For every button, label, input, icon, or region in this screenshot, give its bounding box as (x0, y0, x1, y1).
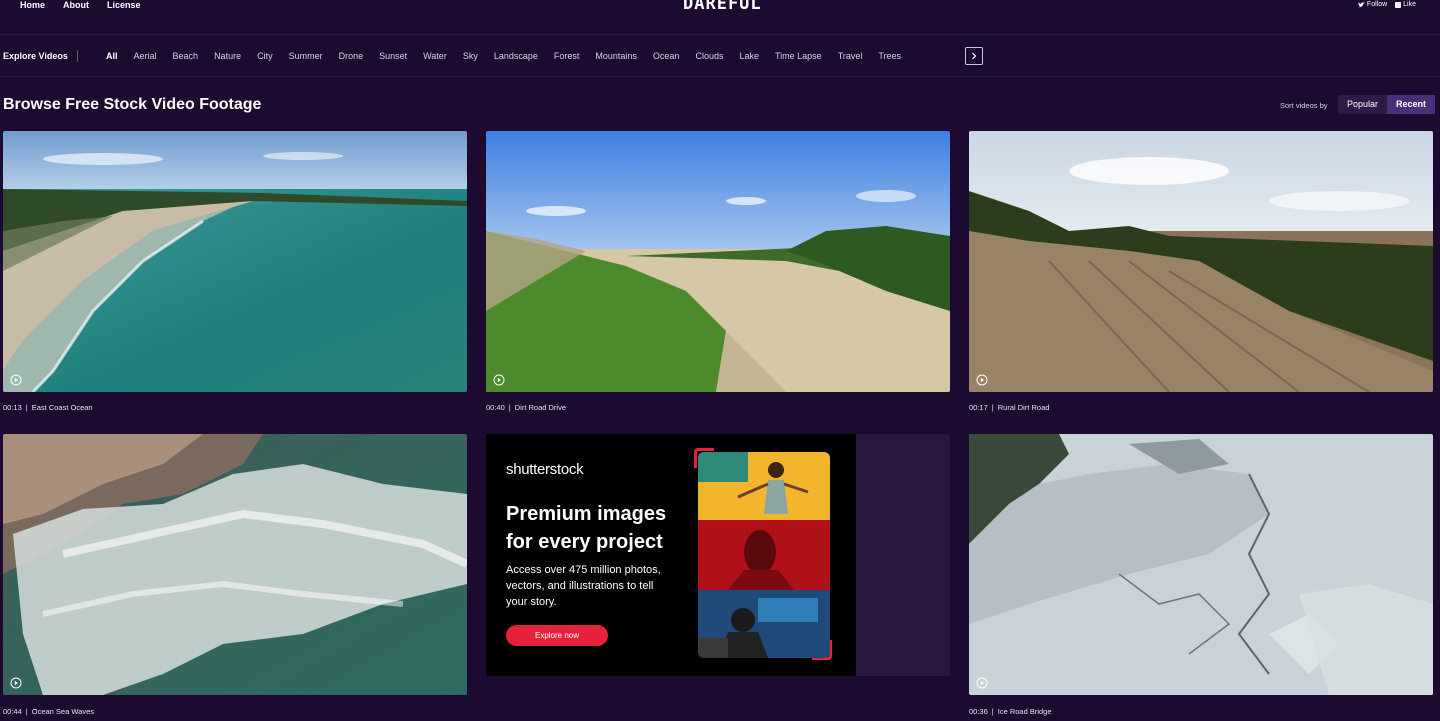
video-thumbnail-rural-dirt-road[interactable] (969, 131, 1433, 392)
ad-collage-image (698, 452, 830, 658)
video-thumbnail-dirt-road-drive[interactable] (486, 131, 950, 392)
category-drone[interactable]: Drone (339, 51, 364, 61)
chevron-right-icon (972, 52, 977, 60)
category-ocean[interactable]: Ocean (653, 51, 680, 61)
category-water[interactable]: Water (423, 51, 447, 61)
nav-license[interactable]: License (107, 0, 141, 11)
ad-brand-logo: shutterstock (506, 461, 584, 478)
category-summer[interactable]: Summer (289, 51, 323, 61)
explore-label: Explore Videos (3, 51, 68, 61)
video-title[interactable]: Dirt Road Drive (515, 403, 566, 412)
ad-explore-button[interactable]: Explore now (506, 625, 608, 646)
category-next-button[interactable] (965, 47, 983, 65)
video-caption: 00:36 | Ice Road Bridge (969, 707, 1052, 716)
category-mountains[interactable]: Mountains (595, 51, 637, 61)
play-icon (10, 374, 22, 386)
top-nav: Home About License (20, 0, 141, 11)
facebook-icon (1395, 1, 1402, 8)
play-icon (976, 374, 988, 386)
category-nature[interactable]: Nature (214, 51, 241, 61)
category-city[interactable]: City (257, 51, 273, 61)
video-caption: 00:40 | Dirt Road Drive (486, 403, 566, 412)
video-duration: 00:13 (3, 403, 22, 412)
video-title[interactable]: East Coast Ocean (32, 403, 93, 412)
video-caption: 00:17 | Rural Dirt Road (969, 403, 1050, 412)
category-list: All Aerial Beach Nature City Summer Dron… (106, 51, 956, 61)
play-icon (493, 374, 505, 386)
twitter-icon (1357, 1, 1365, 7)
video-thumbnail-ocean-sea-waves[interactable] (3, 434, 467, 695)
follow-label: Follow (1366, 1, 1388, 8)
play-icon (10, 677, 22, 689)
play-icon (976, 677, 988, 689)
twitter-follow-button[interactable]: Follow (1357, 1, 1388, 8)
category-all[interactable]: All (106, 51, 118, 61)
nav-home[interactable]: Home (20, 0, 45, 11)
page-title: Browse Free Stock Video Footage (3, 96, 262, 113)
category-clouds[interactable]: Clouds (695, 51, 723, 61)
video-title[interactable]: Ice Road Bridge (998, 707, 1052, 716)
video-duration: 00:44 (3, 707, 22, 716)
site-logo[interactable]: DAREFUL (683, 0, 762, 14)
social-links: Follow Like (1357, 1, 1416, 8)
sort-recent-button[interactable]: Recent (1387, 95, 1436, 114)
sort-label: Sort videos by (1280, 101, 1328, 110)
video-thumbnail-ice-road-bridge[interactable] (969, 434, 1433, 695)
ice-bridge-image (969, 434, 1433, 695)
video-thumbnail-east-coast-ocean[interactable] (3, 131, 467, 392)
shutterstock-ad[interactable]: shutterstock Premium images for every pr… (486, 434, 856, 676)
category-trees[interactable]: Trees (878, 51, 901, 61)
ad-body: Access over 475 million photos, vectors,… (506, 564, 661, 608)
rural-road-image (969, 131, 1433, 392)
category-bar: Explore Videos All Aerial Beach Nature C… (0, 36, 1440, 77)
ocean-waves-image (3, 434, 467, 695)
sort-popular-button[interactable]: Popular (1338, 95, 1388, 114)
nav-about[interactable]: About (63, 0, 89, 11)
category-lake[interactable]: Lake (739, 51, 759, 61)
divider (77, 50, 78, 62)
category-travel[interactable]: Travel (838, 51, 863, 61)
category-fade (910, 44, 960, 68)
ad-photo-collage (698, 452, 830, 658)
like-label: Like (1403, 1, 1416, 8)
category-landscape[interactable]: Landscape (494, 51, 538, 61)
video-title[interactable]: Rural Dirt Road (998, 403, 1050, 412)
ad-headline: Premium images for every project (506, 503, 667, 553)
category-time-lapse[interactable]: Time Lapse (775, 51, 822, 61)
top-bar: Home About License DAREFUL Follow Like (0, 0, 1440, 35)
video-title[interactable]: Ocean Sea Waves (32, 707, 94, 716)
video-duration: 00:36 (969, 707, 988, 716)
sort-toggle: Popular Recent (1338, 95, 1436, 114)
category-beach[interactable]: Beach (173, 51, 199, 61)
category-sky[interactable]: Sky (463, 51, 478, 61)
dirt-road-image (486, 131, 950, 392)
video-duration: 00:40 (486, 403, 505, 412)
category-forest[interactable]: Forest (554, 51, 580, 61)
facebook-like-button[interactable]: Like (1395, 1, 1416, 8)
ad-container: shutterstock Premium images for every pr… (486, 434, 950, 676)
video-duration: 00:17 (969, 403, 988, 412)
video-caption: 00:13 | East Coast Ocean (3, 403, 93, 412)
category-sunset[interactable]: Sunset (379, 51, 407, 61)
video-caption: 00:44 | Ocean Sea Waves (3, 707, 94, 716)
ocean-coast-image (3, 131, 467, 392)
category-aerial[interactable]: Aerial (134, 51, 157, 61)
